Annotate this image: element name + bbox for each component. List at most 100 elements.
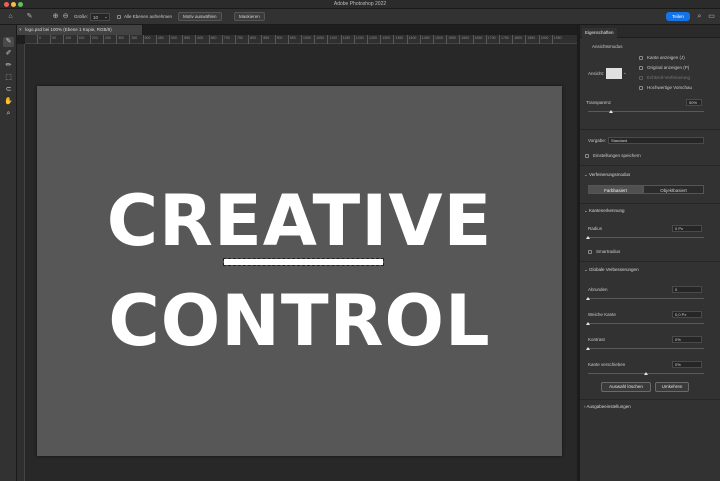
- ruler-tick-label: 1200: [353, 35, 364, 44]
- tab-properties[interactable]: Eigenschaften: [582, 28, 617, 38]
- ruler-tick-label: 450: [155, 35, 164, 44]
- brush-icon[interactable]: ✏: [3, 61, 14, 71]
- ruler-tick-label: 1600: [459, 35, 469, 44]
- refine-edge-brush-icon[interactable]: ✐: [3, 49, 14, 59]
- smooth-input[interactable]: 0: [672, 286, 702, 293]
- feather-input[interactable]: 0,0 Px: [672, 311, 702, 318]
- ruler-tick-label: 1250: [367, 35, 377, 44]
- transparency-input[interactable]: 50%: [686, 99, 702, 106]
- refine-button[interactable]: Maskieren: [234, 12, 265, 21]
- close-tab-icon[interactable]: ×: [19, 25, 22, 35]
- canvas-text-control: CONTROL: [108, 280, 491, 362]
- ruler-tick-label: 600: [195, 35, 203, 44]
- all-layers-checkbox[interactable]: [117, 15, 121, 19]
- smart-radius-checkbox[interactable]: [588, 250, 592, 254]
- preset-label: Vorgabe:: [588, 138, 607, 143]
- show-original-checkbox[interactable]: [639, 66, 643, 70]
- output-settings-section[interactable]: › Ausgabeeinstellungen: [584, 404, 631, 409]
- view-mode-preview[interactable]: [606, 68, 622, 79]
- shift-edge-label: Kante verschieben: [588, 362, 626, 367]
- ruler-tick-label: 300: [116, 35, 124, 44]
- ruler-tick-label: 50: [50, 35, 56, 44]
- ruler-tick-label: 1300: [380, 35, 390, 44]
- horizontal-ruler[interactable]: 0 50 100 150 200 250 300 350 400 450 500 550 600 650 7…: [25, 35, 577, 44]
- ruler-tick-label: 1650: [472, 35, 482, 44]
- transparency-slider-thumb[interactable]: [609, 110, 614, 113]
- transparency-slider[interactable]: [588, 111, 704, 112]
- realtime-refine-checkbox[interactable]: [639, 76, 643, 80]
- ruler-tick-label: 150: [76, 35, 84, 44]
- ruler-tick-label: 550: [182, 35, 190, 44]
- search-icon[interactable]: ⌕: [695, 12, 704, 21]
- remember-settings-checkbox[interactable]: [585, 154, 589, 158]
- subtract-brush-icon[interactable]: ⊖: [61, 12, 70, 21]
- refine-mode-section[interactable]: ⌄ Verfeinerungsmodus: [584, 172, 630, 178]
- hq-preview-checkbox[interactable]: [639, 86, 643, 90]
- panel-tab-bar: Eigenschaften: [580, 25, 720, 38]
- hand-icon[interactable]: ✋: [3, 97, 14, 107]
- smooth-slider-thumb[interactable]: [586, 297, 590, 300]
- home-icon[interactable]: ⌂: [6, 12, 15, 21]
- feather-slider-thumb[interactable]: [586, 322, 590, 325]
- divider: [580, 203, 720, 204]
- tool-bar: ✎ ✐ ✏ ⬚ ⊂ ✋ ⌕: [0, 25, 17, 481]
- smooth-slider[interactable]: [588, 298, 704, 299]
- contrast-slider[interactable]: [588, 348, 704, 349]
- shift-edge-slider-thumb[interactable]: [644, 372, 648, 375]
- hq-preview-label: Hochwertige Vorschau: [647, 85, 693, 90]
- divider: [580, 165, 720, 166]
- ruler-tick-label: 400: [142, 35, 150, 44]
- feather-label: Weiche Kante: [588, 312, 616, 317]
- color-aware-button[interactable]: Farbbasiert: [588, 185, 643, 194]
- radius-slider[interactable]: [588, 237, 704, 238]
- quick-selection-tool-icon[interactable]: ✎: [3, 37, 14, 47]
- ruler-tick-label: 650: [208, 35, 216, 44]
- ruler-tick-label: 950: [287, 35, 296, 44]
- brush-tool-icon[interactable]: ✎: [25, 12, 34, 21]
- ruler-tick-label: 900: [274, 35, 282, 44]
- ruler-tick-label: 1950: [551, 35, 562, 44]
- chevron-down-icon[interactable]: ⌄: [623, 70, 627, 76]
- contrast-input[interactable]: 0%: [672, 336, 702, 343]
- document-tab-title: logo.psd bei 100% (Ebene 1 Kopie, RGB/8): [25, 27, 112, 32]
- ruler-tick-label: 850: [261, 35, 269, 44]
- lasso-icon[interactable]: ⊂: [3, 85, 14, 95]
- object-aware-button[interactable]: Objektbasiert: [643, 185, 704, 194]
- ruler-tick-label: 1900: [538, 35, 548, 44]
- title-bar: Adobe Photoshop 2022: [0, 0, 720, 9]
- ruler-tick-label: 700: [221, 35, 230, 44]
- ruler-tick-label: 1350: [393, 35, 403, 44]
- invert-button[interactable]: Umkehren: [655, 382, 689, 392]
- vertical-ruler[interactable]: [17, 44, 25, 481]
- document-canvas[interactable]: CREATIVE CONTROL: [37, 86, 562, 456]
- ruler-tick-label: 750: [235, 35, 243, 44]
- radius-input[interactable]: 0 Px: [672, 225, 702, 232]
- document-tab[interactable]: × logo.psd bei 100% (Ebene 1 Kopie, RGB/…: [17, 25, 143, 35]
- ruler-tick-label: 1050: [314, 35, 324, 44]
- radius-slider-thumb[interactable]: [586, 236, 590, 239]
- global-refinements-section[interactable]: ⌄ Globale Verbesserungen: [584, 267, 639, 273]
- ruler-tick-label: 1500: [433, 35, 443, 44]
- add-to-brush-icon[interactable]: ⊕: [51, 12, 60, 21]
- ruler-tick-label: 200: [89, 35, 98, 44]
- ruler-tick-label: 0: [37, 35, 41, 44]
- share-button[interactable]: Teilen: [666, 12, 690, 21]
- transparency-label: Transparenz: [586, 100, 612, 105]
- shift-edge-input[interactable]: 0%: [672, 361, 702, 368]
- ruler-tick-label: 350: [129, 35, 137, 44]
- pasteboard: CREATIVE CONTROL: [25, 44, 577, 481]
- feather-slider[interactable]: [588, 323, 704, 324]
- object-selection-icon[interactable]: ⬚: [3, 73, 14, 83]
- workspace-icon[interactable]: ▭: [707, 12, 716, 21]
- contrast-slider-thumb[interactable]: [586, 347, 590, 350]
- show-edges-checkbox[interactable]: [639, 56, 643, 60]
- all-layers-label: Alle Ebenen aufnehmen: [124, 14, 173, 19]
- ruler-tick-label: 1800: [512, 35, 522, 44]
- edge-detection-section[interactable]: ⌄ Kantenerkennung: [584, 208, 625, 214]
- canvas-text-creative: CREATIVE: [106, 180, 493, 262]
- select-subject-button[interactable]: Motiv auswählen: [178, 12, 222, 21]
- preset-select[interactable]: Standard: [608, 137, 704, 144]
- clear-selection-button[interactable]: Auswahl löschen: [601, 382, 651, 392]
- chevron-down-icon[interactable]: ⌄: [104, 13, 108, 21]
- zoom-icon[interactable]: ⌕: [3, 109, 14, 119]
